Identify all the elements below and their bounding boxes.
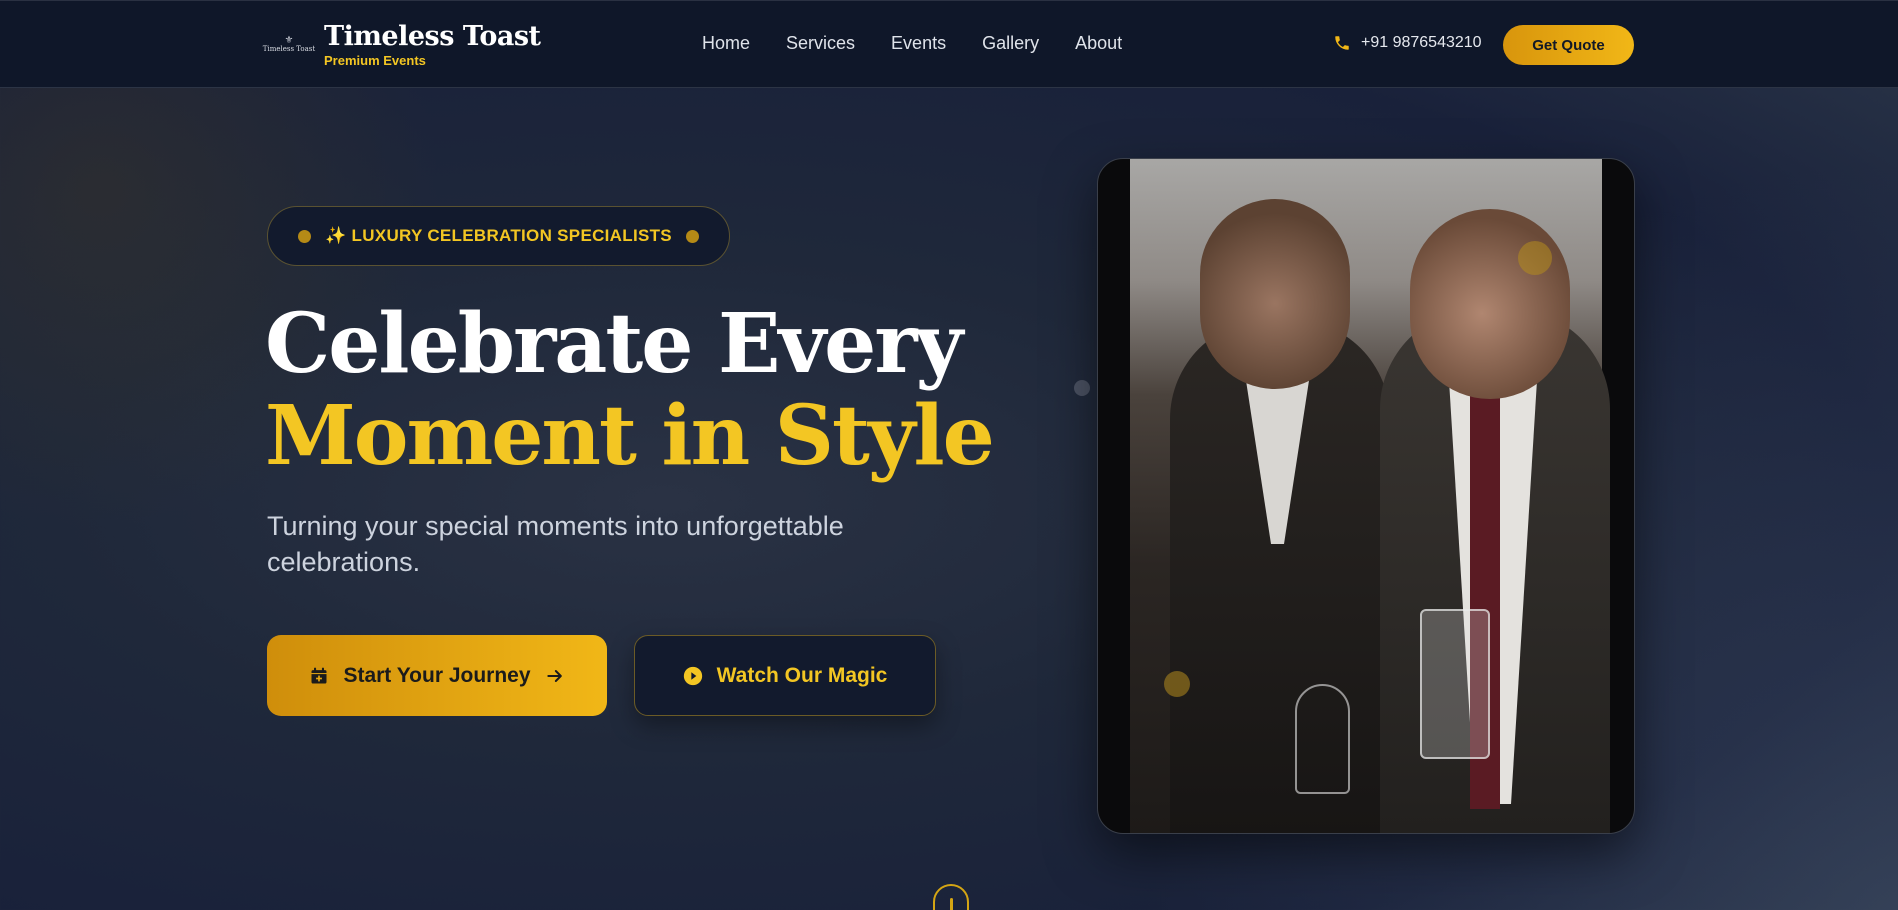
logo[interactable]: ⚜ Timeless Toast (263, 27, 315, 63)
hero-video[interactable] (1097, 158, 1635, 834)
badge-dot-right (685, 229, 699, 243)
brand-name[interactable]: Timeless Toast (324, 21, 541, 52)
scroll-wheel (950, 898, 953, 910)
scroll-mouse-icon[interactable] (933, 884, 969, 910)
phone-icon (1335, 36, 1349, 50)
video-head-right (1410, 209, 1570, 399)
watch-magic-button[interactable]: Watch Our Magic (634, 635, 936, 716)
nav-item-home[interactable]: Home (702, 33, 750, 54)
nav-item-gallery[interactable]: Gallery (982, 33, 1039, 54)
hero-title: Celebrate Every Moment in Style (265, 296, 995, 484)
arrow-right-icon (546, 669, 562, 682)
hero-title-line1: Celebrate Every (265, 296, 963, 392)
video-tumbler-glass (1420, 609, 1490, 759)
video-head-left (1200, 199, 1350, 389)
watch-magic-label: Watch Our Magic (716, 663, 888, 687)
badge-text: ✨ LUXURY CELEBRATION SPECIALISTS (325, 226, 672, 245)
decorative-dot (1074, 380, 1090, 396)
play-circle-icon (683, 666, 702, 685)
toast-glasses-icon: ⚜ (284, 35, 294, 46)
main-nav: Home Services Events Gallery About (702, 33, 1158, 54)
start-journey-button[interactable]: Start Your Journey (267, 635, 607, 716)
bokeh-dot-bottom (1164, 671, 1190, 697)
logo-wordmark-small: Timeless Toast (262, 45, 316, 53)
nav-item-services[interactable]: Services (786, 33, 855, 54)
nav-item-about[interactable]: About (1075, 33, 1122, 54)
hero-subtitle: Turning your special moments into unforg… (267, 511, 844, 577)
get-quote-button[interactable]: Get Quote (1503, 25, 1634, 65)
badge-dot-left (298, 229, 312, 243)
hero-badge: ✨ LUXURY CELEBRATION SPECIALISTS (267, 206, 730, 266)
calendar-plus-icon (311, 667, 327, 683)
phone-number: +91 9876543210 (1361, 34, 1482, 51)
site-header: ⚜ Timeless Toast Timeless Toast Premium … (0, 0, 1898, 88)
start-journey-label: Start Your Journey (343, 663, 531, 687)
video-wine-glass (1295, 684, 1350, 794)
phone-link[interactable]: +91 9876543210 (1333, 34, 1482, 52)
bokeh-dot-top (1518, 241, 1552, 275)
brand-tagline: Premium Events (324, 53, 426, 68)
nav-item-events[interactable]: Events (891, 33, 946, 54)
hero-title-line2: Moment in Style (265, 388, 995, 484)
